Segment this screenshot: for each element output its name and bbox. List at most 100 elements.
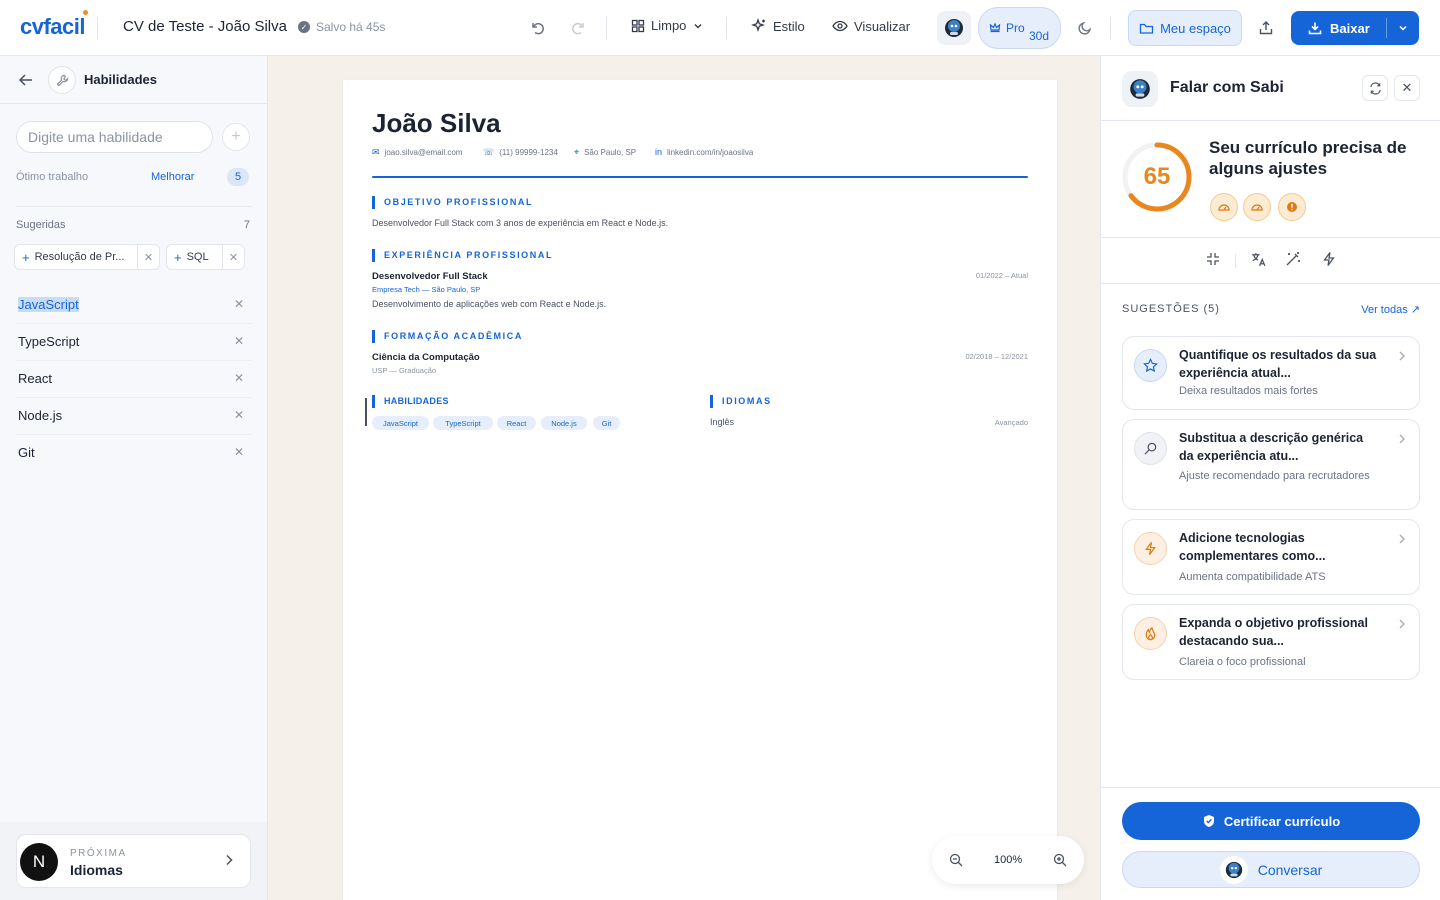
skill-name[interactable]: Node.js: [18, 408, 62, 423]
skill-name[interactable]: React: [18, 371, 52, 386]
zoom-out-icon[interactable]: [949, 853, 963, 867]
objective-text[interactable]: Desenvolvedor Full Stack com 3 anos de e…: [372, 218, 668, 228]
cv-skill-tag[interactable]: TypeScript: [433, 416, 493, 430]
suggestion-subtitle: Deixa resultados mais fortes: [1179, 385, 1318, 397]
skill-item[interactable]: Git ✕: [16, 435, 252, 472]
education-course[interactable]: Ciência da Computação: [372, 352, 480, 363]
preview-label: Visualizar: [854, 18, 911, 34]
cv-skill-tag[interactable]: Git: [593, 416, 620, 430]
assistant-title: Falar com Sabi: [1170, 79, 1284, 96]
zoom-in-icon[interactable]: [1053, 853, 1067, 867]
cv-skill-tag[interactable]: JavaScript: [372, 416, 429, 430]
improve-link[interactable]: Melhorar: [151, 171, 194, 183]
close-button[interactable]: ✕: [1394, 75, 1420, 101]
add-skill-button[interactable]: +: [222, 123, 250, 151]
assistant-avatar-button[interactable]: [937, 11, 971, 45]
redo-button[interactable]: [566, 16, 590, 40]
dismiss-icon[interactable]: ✕: [222, 245, 244, 269]
skill-item[interactable]: TypeScript ✕: [16, 324, 252, 361]
preview-button[interactable]: Visualizar: [832, 18, 910, 34]
undo-button[interactable]: [526, 16, 550, 40]
suggestion-title: Substitua a descrição genérica da experi…: [1179, 431, 1364, 463]
zoom-level: 100%: [994, 854, 1023, 866]
suggestion-card[interactable]: Quantifique os resultados da sua experiê…: [1122, 336, 1420, 410]
section-title-skills[interactable]: HABILIDADES: [372, 395, 449, 408]
back-arrow-icon[interactable]: [17, 71, 35, 89]
divider: [1235, 254, 1236, 268]
chevron-right-icon: [1399, 619, 1405, 629]
cv-name[interactable]: João Silva: [372, 108, 501, 139]
suggested-chip[interactable]: + Resolução de Pr... ✕: [14, 244, 160, 270]
pro-plan-badge[interactable]: Pro 30d: [978, 7, 1061, 49]
remove-icon[interactable]: ✕: [234, 297, 244, 311]
skill-count-badge: 5: [227, 168, 249, 186]
template-dropdown[interactable]: Limpo: [631, 18, 704, 33]
see-all-link[interactable]: Ver todas ↗: [1361, 303, 1420, 316]
skill-item[interactable]: Node.js ✕: [16, 398, 252, 435]
skill-item[interactable]: JavaScript ✕: [16, 287, 252, 324]
gauge-icon[interactable]: [1243, 193, 1271, 221]
experience-description[interactable]: Desenvolvimento de aplicações web com Re…: [372, 299, 606, 309]
bolt-icon[interactable]: [1321, 251, 1337, 267]
remove-icon[interactable]: ✕: [234, 408, 244, 422]
app-logo[interactable]: cvfacil: [20, 10, 88, 40]
skill-name[interactable]: JavaScript: [18, 297, 79, 312]
cv-skill-tag[interactable]: React: [497, 416, 536, 430]
translate-icon[interactable]: [1250, 251, 1267, 268]
section-title-languages[interactable]: IDIOMAS: [710, 395, 772, 408]
suggestion-card[interactable]: Expanda o objetivo profissional destacan…: [1122, 604, 1420, 680]
skill-name[interactable]: Git: [18, 445, 35, 460]
refresh-button[interactable]: [1362, 75, 1388, 101]
moon-icon: [1078, 21, 1092, 35]
section-title-objective[interactable]: OBJETIVO PROFISSIONAL: [372, 196, 533, 209]
skill-input[interactable]: Digite uma habilidade: [16, 121, 213, 153]
experience-role[interactable]: Desenvolvedor Full Stack: [372, 271, 488, 282]
skill-name[interactable]: TypeScript: [18, 334, 79, 349]
download-options-button[interactable]: [1387, 22, 1419, 34]
cv-skill-tag[interactable]: Node.js: [541, 416, 587, 430]
next-section-button[interactable]: N PRÓXIMA Idiomas: [16, 834, 251, 888]
suggestion-card[interactable]: Substitua a descrição genérica da experi…: [1122, 419, 1420, 510]
selection-indicator: [365, 398, 367, 426]
chip-label: Resolução de Pr...: [34, 251, 125, 263]
assistant-actions: Certificar currículo Conversar: [1101, 787, 1440, 900]
language-level: Avançado: [994, 418, 1028, 427]
cv-contact-linkedin: in linkedin.com/in/joaosilva: [655, 147, 753, 157]
score-section: 65 Seu currículo precisa de alguns ajust…: [1101, 121, 1440, 238]
download-icon: [1308, 22, 1322, 35]
workspace-button[interactable]: Meu espaço: [1128, 10, 1242, 46]
compress-icon[interactable]: [1205, 251, 1221, 267]
template-label: Limpo: [651, 18, 687, 33]
document-title[interactable]: CV de Teste - João Silva: [123, 18, 287, 35]
resume-preview[interactable]: João Silva ✉ joao.silva@email.com ☏ (11) 9…: [343, 80, 1057, 900]
pro-label: Pro: [1006, 21, 1025, 35]
language-name[interactable]: Inglês: [710, 417, 734, 427]
section-title-experience[interactable]: EXPERIÊNCIA PROFISSIONAL: [372, 249, 553, 262]
theme-toggle-button[interactable]: [1073, 16, 1097, 40]
chat-button[interactable]: Conversar: [1122, 851, 1420, 888]
cv-contact-phone: ☏ (11) 99999-1234: [483, 147, 558, 158]
style-button[interactable]: Estilo: [751, 18, 805, 34]
skill-item[interactable]: React ✕: [16, 361, 252, 398]
download-button[interactable]: Baixar: [1291, 11, 1419, 45]
remove-icon[interactable]: ✕: [234, 371, 244, 385]
suggestion-title: Adicione tecnologias complementares como…: [1179, 531, 1326, 563]
dismiss-icon[interactable]: ✕: [137, 245, 159, 269]
suggested-chip[interactable]: + SQL ✕: [166, 244, 245, 270]
share-icon: [1259, 21, 1273, 35]
gauge-icon[interactable]: [1210, 193, 1238, 221]
section-title-education[interactable]: FORMAÇÃO ACADÊMICA: [372, 330, 523, 343]
undo-icon: [532, 22, 544, 35]
magic-wand-icon[interactable]: [1285, 251, 1301, 267]
next-section-label: Idiomas: [70, 862, 123, 878]
score-value: 65: [1143, 163, 1171, 190]
alert-icon[interactable]: [1278, 193, 1306, 221]
remove-icon[interactable]: ✕: [234, 445, 244, 459]
linkedin-text: linkedin.com/in/joaosilva: [667, 147, 754, 157]
certify-resume-button[interactable]: Certificar currículo: [1122, 802, 1420, 840]
remove-icon[interactable]: ✕: [234, 334, 244, 348]
suggestion-card[interactable]: Adicione tecnologias complementares como…: [1122, 519, 1420, 595]
email-text: joao.silva@email.com: [384, 148, 463, 157]
share-button[interactable]: [1254, 16, 1278, 40]
suggestion-subtitle: Ajuste recomendado para recrutadores: [1179, 470, 1370, 482]
